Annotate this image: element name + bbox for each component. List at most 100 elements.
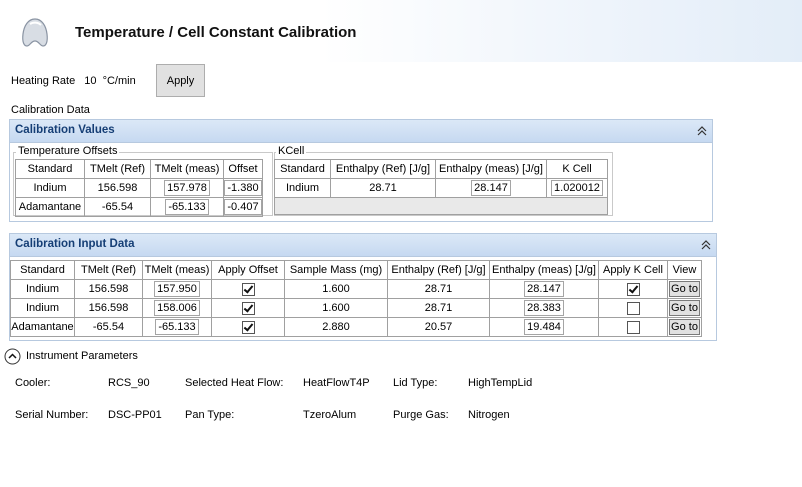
table-row: Indium 156.598 157.978 -1.380 xyxy=(15,178,263,198)
tmelt-meas-cell: 158.006 xyxy=(142,298,212,318)
empty-area xyxy=(274,197,608,215)
cooler-value: RCS_90 xyxy=(108,377,150,389)
column-header: TMelt (meas) xyxy=(142,260,212,280)
column-header: Apply Offset xyxy=(211,260,285,280)
kcell-table: Standard Enthalpy (Ref) [J/g] Enthalpy (… xyxy=(274,159,608,215)
calibration-values-panel: Calibration Values Temperature Offsets S… xyxy=(9,119,713,222)
apply-offset-cell xyxy=(211,317,285,337)
enthalpy-meas-cell: 28.147 xyxy=(489,279,599,299)
tmelt-meas-cell: -65.133 xyxy=(150,197,224,217)
column-header: K Cell xyxy=(546,159,608,179)
apply-button[interactable]: Apply xyxy=(156,64,205,97)
tmelt-ref-cell: -65.54 xyxy=(84,197,151,217)
standard-cell: Adamantane xyxy=(10,317,75,337)
pan-type-label: Pan Type: xyxy=(185,409,235,421)
collapse-chevron-icon[interactable] xyxy=(701,240,711,250)
calibration-input-table: Standard TMelt (Ref) TMelt (meas) Apply … xyxy=(10,260,702,337)
table-row: Indium 156.598 158.006 1.600 28.71 28.38… xyxy=(10,298,702,318)
enthalpy-meas-cell: 19.484 xyxy=(489,317,599,337)
table-row: Indium 156.598 157.950 1.600 28.71 28.14… xyxy=(10,279,702,299)
calibration-input-header[interactable]: Calibration Input Data xyxy=(10,234,716,257)
offset-cell: -1.380 xyxy=(223,178,263,198)
enthalpy-meas-input[interactable]: 28.147 xyxy=(524,281,564,297)
column-header: Enthalpy (meas) [J/g] xyxy=(435,159,547,179)
apply-kcell-cell xyxy=(598,317,668,337)
view-cell: Go to xyxy=(667,298,702,318)
heating-rate-value[interactable]: 10 xyxy=(84,75,96,87)
apply-offset-checkbox[interactable] xyxy=(241,320,255,334)
tmelt-meas-value: 157.978 xyxy=(164,180,210,196)
sample-mass-cell: 1.600 xyxy=(284,298,388,318)
calibration-input-title: Calibration Input Data xyxy=(15,238,135,250)
instrument-parameters-label[interactable]: Instrument Parameters xyxy=(26,350,138,362)
purge-gas-value: Nitrogen xyxy=(468,409,510,421)
view-cell: Go to xyxy=(667,279,702,299)
go-to-button[interactable]: Go to xyxy=(669,281,700,297)
enthalpy-meas-cell: 28.383 xyxy=(489,298,599,318)
calibration-values-header[interactable]: Calibration Values xyxy=(10,120,712,143)
view-cell: Go to xyxy=(667,317,702,337)
apply-offset-cell xyxy=(211,279,285,299)
tmelt-meas-cell: 157.978 xyxy=(150,178,224,198)
column-header: Standard xyxy=(274,159,331,179)
lid-type-value: HighTempLid xyxy=(468,377,533,389)
apply-offset-checkbox[interactable] xyxy=(241,282,255,296)
tmelt-meas-value: -65.133 xyxy=(165,199,209,215)
heatflow-label: Selected Heat Flow: xyxy=(185,377,284,389)
heating-rate-row: Heating Rate 10 °C/min xyxy=(11,75,136,87)
table-header-row: Standard Enthalpy (Ref) [J/g] Enthalpy (… xyxy=(274,159,608,179)
column-header: TMelt (Ref) xyxy=(74,260,143,280)
standard-cell: Indium xyxy=(15,178,85,198)
tmelt-ref-cell: 156.598 xyxy=(74,298,143,318)
tmelt-meas-input[interactable]: 158.006 xyxy=(154,300,200,316)
standard-cell: Indium xyxy=(10,298,75,318)
enthalpy-meas-input[interactable]: 28.383 xyxy=(524,300,564,316)
apply-kcell-checkbox[interactable] xyxy=(626,301,640,315)
column-header: Enthalpy (Ref) [J/g] xyxy=(387,260,490,280)
column-header: Enthalpy (Ref) [J/g] xyxy=(330,159,436,179)
enthalpy-ref-cell: 28.71 xyxy=(330,178,436,198)
enthalpy-meas-input[interactable]: 19.484 xyxy=(524,319,564,335)
column-header: Apply K Cell xyxy=(598,260,668,280)
column-header: Standard xyxy=(10,260,75,280)
apply-kcell-checkbox[interactable] xyxy=(626,320,640,334)
column-header: TMelt (meas) xyxy=(150,159,224,179)
apply-offset-checkbox[interactable] xyxy=(241,301,255,315)
lid-type-label: Lid Type: xyxy=(393,377,438,389)
enthalpy-meas-cell: 28.147 xyxy=(435,178,547,198)
apply-kcell-cell xyxy=(598,279,668,299)
page-title: Temperature / Cell Constant Calibration xyxy=(75,24,357,41)
temperature-offsets-label: Temperature Offsets xyxy=(16,145,120,157)
column-header: Offset xyxy=(223,159,263,179)
cooler-label: Cooler: xyxy=(15,377,51,389)
apply-kcell-cell xyxy=(598,298,668,318)
header-bar: Temperature / Cell Constant Calibration xyxy=(0,0,802,62)
purge-gas-label: Purge Gas: xyxy=(393,409,449,421)
collapse-chevron-icon[interactable] xyxy=(697,126,707,136)
calibration-values-title: Calibration Values xyxy=(15,124,115,136)
go-to-button[interactable]: Go to xyxy=(669,300,700,316)
offset-cell: -0.407 xyxy=(223,197,263,217)
tmelt-meas-input[interactable]: 157.950 xyxy=(154,281,200,297)
column-header: TMelt (Ref) xyxy=(84,159,151,179)
sample-mass-cell: 2.880 xyxy=(284,317,388,337)
serial-number-label: Serial Number: xyxy=(15,409,89,421)
tmelt-ref-cell: -65.54 xyxy=(74,317,143,337)
table-row: Indium 28.71 28.147 1.020012 xyxy=(274,178,608,198)
heating-rate-unit: °C/min xyxy=(102,75,136,87)
go-to-button[interactable]: Go to xyxy=(669,319,700,335)
expand-chevron-icon[interactable] xyxy=(4,348,21,365)
enthalpy-meas-value: 28.147 xyxy=(471,180,511,196)
tmelt-meas-cell: -65.133 xyxy=(142,317,212,337)
tmelt-meas-input[interactable]: -65.133 xyxy=(155,319,199,335)
tmelt-ref-cell: 156.598 xyxy=(74,279,143,299)
standard-cell: Indium xyxy=(10,279,75,299)
pan-type-value: TzeroAlum xyxy=(303,409,357,421)
heatflow-value: HeatFlowT4P xyxy=(303,377,370,389)
column-header: View xyxy=(667,260,702,280)
temperature-offsets-table: Standard TMelt (Ref) TMelt (meas) Offset… xyxy=(15,159,263,217)
apply-kcell-checkbox[interactable] xyxy=(626,282,640,296)
enthalpy-ref-cell: 28.71 xyxy=(387,298,490,318)
sample-mass-cell: 1.600 xyxy=(284,279,388,299)
enthalpy-ref-cell: 28.71 xyxy=(387,279,490,299)
